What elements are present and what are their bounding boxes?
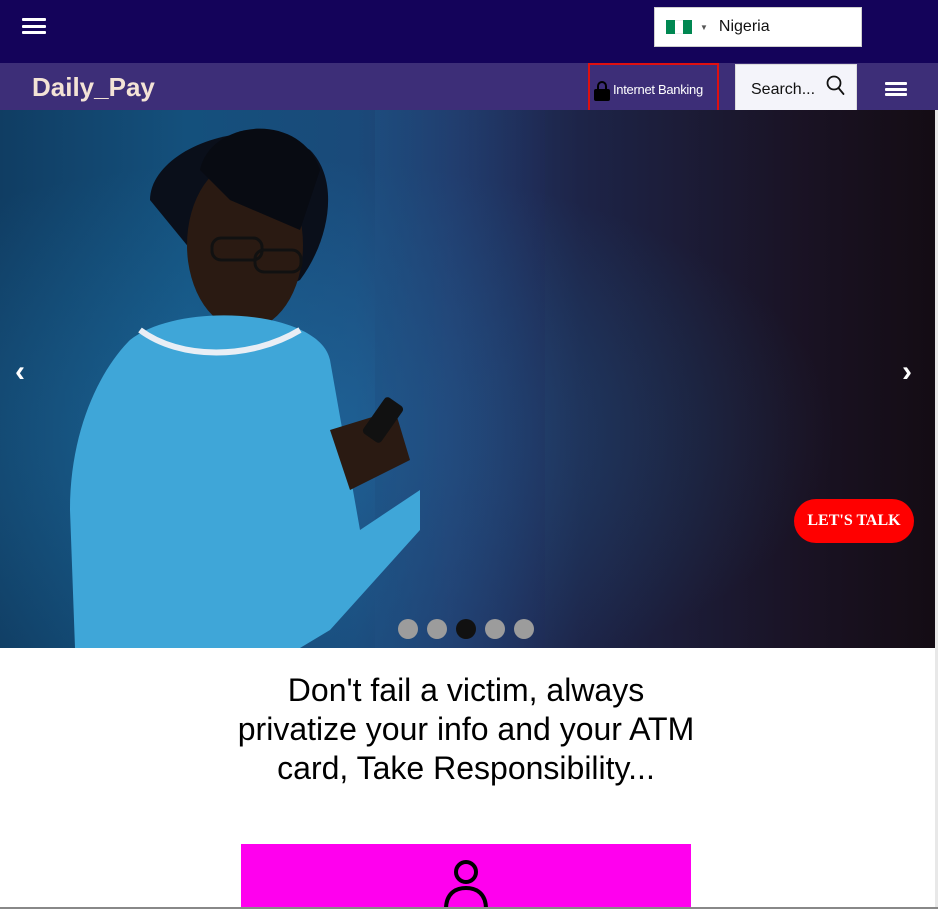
- chevron-down-icon: ▼: [700, 22, 708, 32]
- top-bar: ▼ Nigeria: [0, 0, 938, 63]
- user-icon: [444, 860, 488, 909]
- nigeria-flag-icon: [666, 20, 693, 34]
- carousel-next-button[interactable]: ›: [902, 355, 912, 389]
- carousel-dot-3[interactable]: [456, 619, 476, 639]
- country-selector[interactable]: ▼ Nigeria: [654, 7, 862, 47]
- brand-logo[interactable]: Daily_Pay: [32, 72, 155, 103]
- feature-card[interactable]: [241, 844, 691, 909]
- search-placeholder: Search...: [751, 81, 816, 98]
- carousel-dot-1[interactable]: [398, 619, 418, 639]
- headline: Don't fail a victim, always privatize yo…: [237, 672, 695, 786]
- carousel-prev-button[interactable]: ‹: [15, 355, 25, 389]
- hero-carousel: ‹ ›: [0, 110, 935, 648]
- carousel-dot-4[interactable]: [485, 619, 505, 639]
- carousel-dot-5[interactable]: [514, 619, 534, 639]
- carousel-dot-2[interactable]: [427, 619, 447, 639]
- lets-talk-button[interactable]: LET'S TALK: [794, 499, 914, 543]
- person-with-phone-image: [70, 128, 420, 648]
- nav-menu-icon[interactable]: [885, 82, 907, 96]
- lock-icon: [594, 81, 610, 101]
- internet-banking-label: Internet Banking: [613, 81, 703, 97]
- internet-banking-link[interactable]: Internet Banking: [588, 63, 719, 115]
- carousel-indicators: [398, 619, 534, 639]
- search-input[interactable]: Search...: [735, 64, 857, 116]
- search-icon[interactable]: [825, 75, 845, 97]
- country-label: Nigeria: [718, 18, 770, 35]
- menu-icon[interactable]: [22, 18, 46, 34]
